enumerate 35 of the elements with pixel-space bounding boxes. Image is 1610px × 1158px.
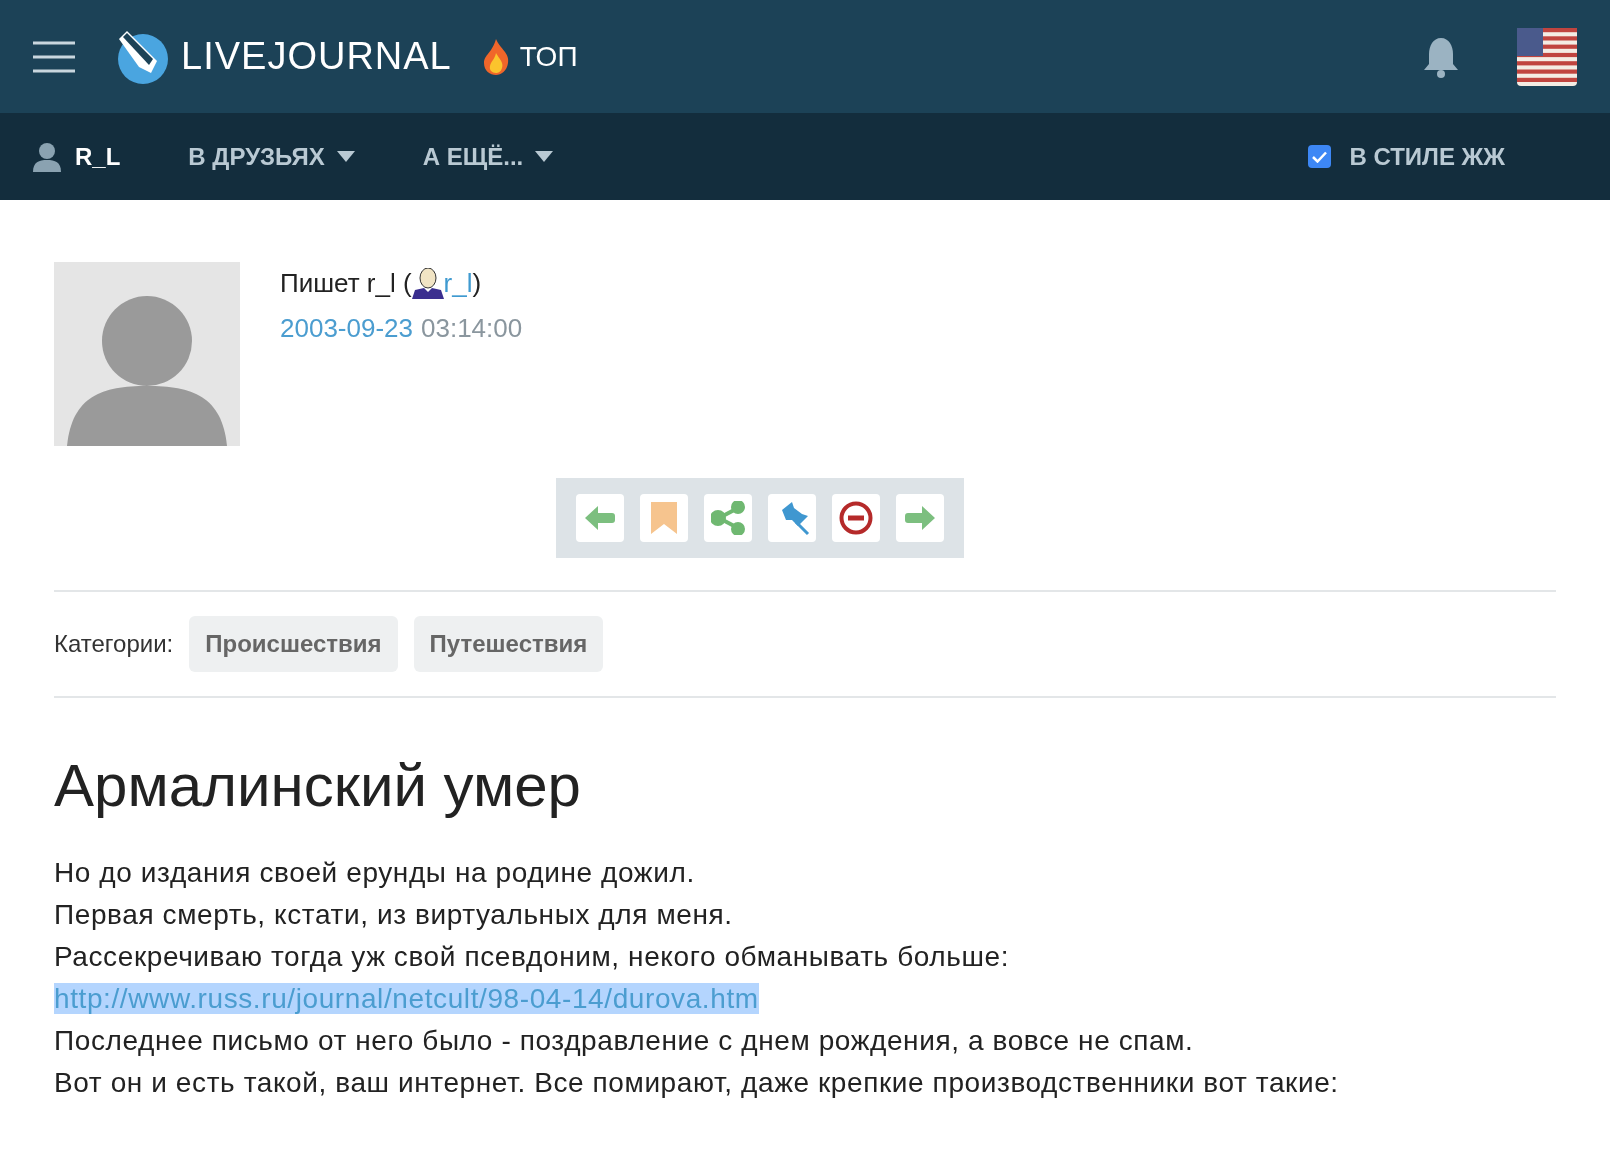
author-text: Пишет r_l (: [280, 267, 412, 300]
post-text-line: Последнее письмо от него было - поздравление с днем рождения, а вовсе не спам.: [54, 1024, 1195, 1058]
nav-menu-button[interactable]: В ДРУЗЬЯХ: [188, 138, 355, 175]
post-text-line: Но до издания своей ерунды на родине дожил.: [54, 856, 696, 890]
style-checkbox[interactable]: [1308, 145, 1332, 168]
flame-icon: [481, 38, 510, 75]
minus-circle-icon: [839, 501, 873, 535]
action-button[interactable]: [768, 494, 816, 542]
categories-label: Категории:: [54, 629, 174, 659]
flag-icon[interactable]: [1517, 27, 1577, 86]
bookmark-icon: [651, 502, 677, 534]
time-text: 03:14:00: [421, 312, 523, 345]
caret-icon: [535, 151, 554, 162]
user-link[interactable]: R_L: [75, 138, 121, 175]
post-text-line: Вот он и есть такой, ваш интернет. Все помирают, даже крепкие производственники вот такие:: [54, 1066, 1340, 1100]
top-link[interactable]: ТОП: [519, 35, 578, 78]
category-tag[interactable]: Происшествия: [189, 616, 398, 672]
category-tag[interactable]: Путешествия: [413, 616, 604, 672]
user-icon[interactable]: [33, 141, 61, 172]
left-arrow-icon: [585, 506, 615, 530]
post-text-line: Первая смерть, кстати, из виртуальных для меня.: [54, 898, 734, 932]
user-icon: [411, 268, 444, 299]
share-icon: [711, 501, 745, 535]
check-icon: [1312, 150, 1328, 163]
logo-text[interactable]: LIVEJOURNAL: [181, 28, 452, 85]
post-text-line: Рассекречиваю тогда уж свой псевдоним, некого обманывать больше:: [54, 940, 1011, 974]
caret-icon: [336, 151, 355, 162]
bell-icon[interactable]: [1421, 35, 1461, 78]
post-title: Армалинский умер: [54, 751, 582, 821]
right-arrow-icon: [905, 506, 935, 530]
action-button[interactable]: [832, 494, 880, 542]
style-label[interactable]: В СТИЛЕ ЖЖ: [1349, 138, 1505, 175]
menu-icon[interactable]: [33, 40, 75, 73]
nav-menu-button[interactable]: А ЕЩЁ...: [422, 138, 554, 175]
author-text: ): [472, 267, 482, 300]
